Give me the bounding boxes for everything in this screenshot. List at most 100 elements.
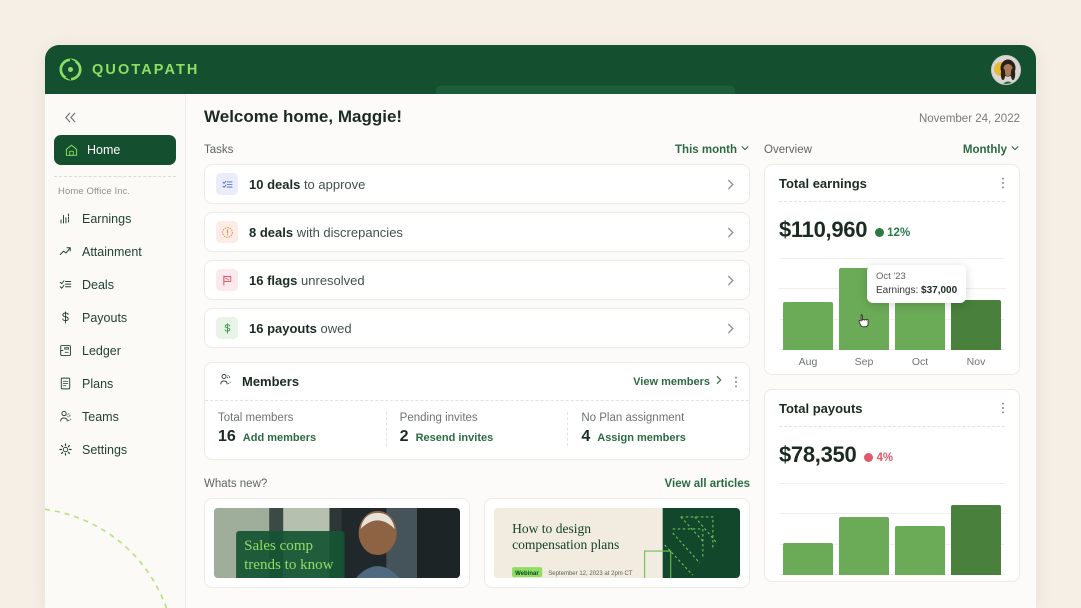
article-thumbnail: Sales comp trends to know (214, 508, 460, 578)
total-payouts-amount-row: $78,350 4% (779, 427, 1005, 470)
total-earnings-amount: $110,960 (779, 217, 867, 243)
assign-members-link[interactable]: Assign members (597, 432, 686, 444)
task-rest: to approve (300, 177, 365, 192)
total-earnings-header: Total earnings (779, 165, 1005, 202)
chevron-right-icon[interactable] (724, 226, 737, 239)
tasks-filter-dropdown[interactable]: This month (675, 143, 750, 156)
sidebar-item-earnings[interactable]: Earnings (45, 202, 185, 235)
task-label: 16 payouts owed (249, 321, 724, 336)
sidebar-item-settings[interactable]: Settings (45, 433, 185, 466)
member-stat-no-plan: No Plan assignment 4 Assign members (567, 412, 749, 446)
task-count: 10 deals (249, 177, 300, 192)
sidebar-divider (54, 176, 176, 177)
dollar-icon (216, 317, 238, 339)
sidebar-item-attainment[interactable]: Attainment (45, 235, 185, 268)
bar-aug[interactable] (783, 543, 833, 575)
task-rest: owed (317, 321, 352, 336)
sidebar-item-deals[interactable]: Deals (45, 268, 185, 301)
sidebar-item-teams-label: Teams (82, 410, 119, 424)
overview-filter-dropdown[interactable]: Monthly (963, 143, 1020, 156)
kebab-menu-icon[interactable] (1001, 176, 1005, 190)
right-column: Overview Monthly Total earnings (764, 142, 1020, 596)
dashboard-columns: Tasks This month (204, 142, 1020, 596)
kebab-menu-icon[interactable] (734, 375, 738, 389)
chevron-down-icon (1010, 143, 1020, 156)
article-card-sales-comp[interactable]: Sales comp trends to know (204, 498, 470, 588)
sidebar-item-teams[interactable]: Teams (45, 400, 185, 433)
overview-filter-label: Monthly (963, 144, 1007, 156)
total-earnings-chart: Oct '23 Earnings: $37,000 (779, 245, 1005, 374)
sidebar-item-deals-label: Deals (82, 278, 114, 292)
article-thumbnail: How to design compensation plans Webinar… (494, 508, 740, 578)
sidebar-item-home-label: Home (87, 143, 120, 157)
sidebar-item-ledger-label: Ledger (82, 344, 121, 358)
svg-text:trends to know: trends to know (244, 557, 334, 573)
home-icon (64, 143, 79, 158)
members-stats: Total members 16 Add members Pending inv… (205, 401, 749, 459)
task-row-flags-unresolved[interactable]: 16 flags unresolved (204, 260, 750, 300)
total-payouts-header: Total payouts (779, 390, 1005, 427)
alert-circle-icon (216, 221, 238, 243)
resend-invites-link[interactable]: Resend invites (416, 432, 494, 444)
members-title: Members (242, 374, 633, 389)
sidebar-item-attainment-label: Attainment (82, 245, 142, 259)
tooltip-label: Earnings: (876, 285, 921, 296)
chevron-double-left-icon[interactable] (56, 105, 84, 129)
bar-sep[interactable] (839, 517, 889, 575)
chevron-right-icon[interactable] (724, 322, 737, 335)
kebab-menu-icon[interactable] (1001, 401, 1005, 415)
whats-new-section: Whats new? View all articles (204, 476, 750, 588)
tooltip-value: Earnings: $37,000 (876, 285, 957, 296)
earnings-chart-area: Oct '23 Earnings: $37,000 (779, 258, 1005, 350)
sidebar-item-plans[interactable]: Plans (45, 367, 185, 400)
svg-text:How to design: How to design (512, 521, 591, 536)
sidebar-item-home[interactable]: Home (54, 135, 176, 165)
member-stat-label: Pending invites (400, 412, 568, 424)
top-bar: QUOTAPATH Search deals (45, 45, 1036, 94)
avatar[interactable] (991, 55, 1021, 85)
view-all-articles-link[interactable]: View all articles (665, 478, 750, 490)
whats-new-cards: Sales comp trends to know (204, 498, 750, 588)
whats-new-header: Whats new? View all articles (204, 476, 750, 491)
brand-logo-group[interactable]: QUOTAPATH (58, 57, 200, 82)
task-row-payouts-owed[interactable]: 16 payouts owed (204, 308, 750, 348)
sidebar-item-plans-label: Plans (82, 377, 113, 391)
dollar-icon (58, 310, 73, 325)
bar-label-sep: Sep (839, 356, 889, 368)
view-members-link[interactable]: View members (633, 375, 724, 388)
chart-tooltip: Oct '23 Earnings: $37,000 (867, 265, 966, 303)
bar-label-aug: Aug (783, 356, 833, 368)
sidebar-item-payouts[interactable]: Payouts (45, 301, 185, 334)
member-stat-value: 2 (400, 428, 409, 446)
sidebar-item-ledger[interactable]: Ledger (45, 334, 185, 367)
total-payouts-delta: 4% (864, 452, 893, 464)
members-card: Members View members (204, 362, 750, 460)
bar-nov[interactable] (951, 505, 1001, 575)
main-content: Welcome home, Maggie! November 24, 2022 … (186, 94, 1036, 608)
task-label: 8 deals with discrepancies (249, 225, 724, 240)
trending-up-icon (58, 244, 73, 259)
total-earnings-card: Total earnings $110,960 (764, 164, 1020, 375)
task-rest: with discrepancies (293, 225, 403, 240)
bar-oct[interactable] (895, 526, 945, 575)
total-payouts-card: Total payouts $78,350 (764, 389, 1020, 582)
flag-icon (216, 269, 238, 291)
svg-text:Webinar: Webinar (515, 571, 539, 577)
tasks-section-title: Tasks (204, 144, 233, 156)
bar-aug[interactable] (783, 302, 833, 350)
member-stat-label: No Plan assignment (581, 412, 749, 424)
sidebar: Home Home Office Inc. Earnings (45, 94, 186, 608)
task-row-deals-to-approve[interactable]: 10 deals to approve (204, 164, 750, 204)
page-header: Welcome home, Maggie! November 24, 2022 (204, 107, 1020, 127)
member-stat-value: 4 (581, 428, 590, 446)
bar-nov[interactable] (951, 300, 1001, 350)
task-row-deals-discrepancies[interactable]: 8 deals with discrepancies (204, 212, 750, 252)
total-payouts-amount: $78,350 (779, 442, 856, 468)
add-members-link[interactable]: Add members (243, 432, 316, 444)
total-payouts-delta-value: 4% (876, 452, 893, 464)
article-card-compensation-plans[interactable]: How to design compensation plans Webinar… (484, 498, 750, 588)
chevron-right-icon[interactable] (724, 178, 737, 191)
task-count: 8 deals (249, 225, 293, 240)
view-all-articles-label: View all articles (665, 478, 750, 490)
chevron-right-icon[interactable] (724, 274, 737, 287)
